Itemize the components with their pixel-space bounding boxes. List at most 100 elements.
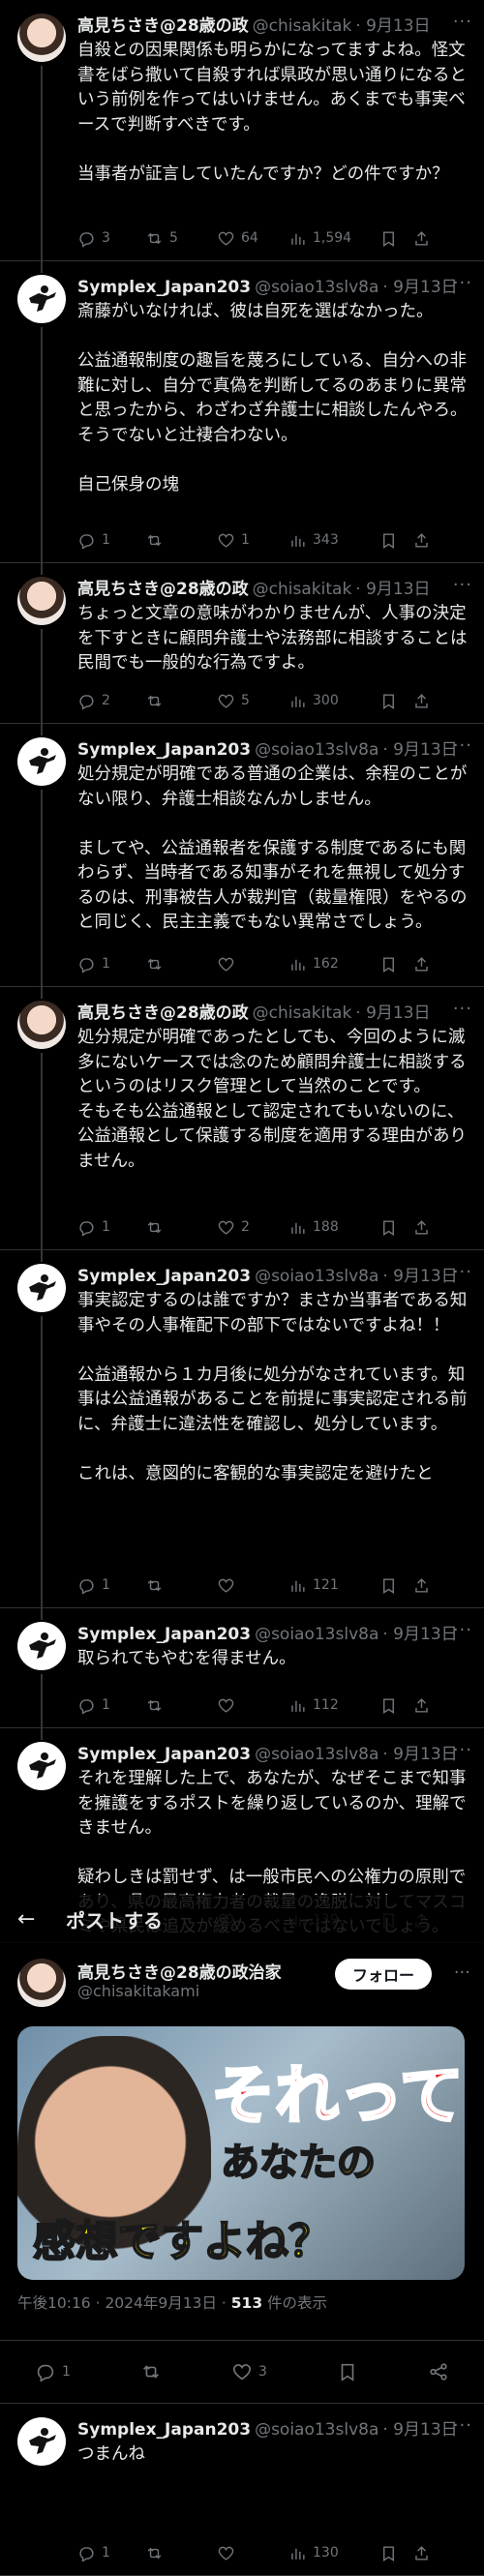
views-button[interactable]: 1,594: [288, 229, 379, 248]
repost-button[interactable]: [145, 1576, 217, 1595]
views-button[interactable]: 130: [288, 2544, 379, 2562]
bookmark-button[interactable]: [379, 1696, 412, 1715]
more-options-icon[interactable]: ···: [453, 2415, 472, 2436]
tweet[interactable]: Symplex_Japan203 @soiao13slv8a · 9月13日 ··· つ…: [0, 2404, 484, 2576]
like-button[interactable]: 1: [217, 531, 288, 550]
author-handle[interactable]: @chisakitak: [253, 580, 352, 598]
views-button[interactable]: 188: [288, 1218, 379, 1237]
share-button[interactable]: [412, 531, 436, 550]
reply-button[interactable]: 1: [77, 1576, 145, 1595]
views-button[interactable]: 162: [288, 955, 379, 973]
avatar[interactable]: [17, 1622, 66, 1670]
tweet[interactable]: Symplex_Japan203 @soiao13slv8a · 9月13日 ··· 取…: [0, 1608, 484, 1728]
avatar[interactable]: [17, 275, 66, 323]
like-button[interactable]: 5: [217, 692, 288, 710]
author-name[interactable]: 高見ちさき@28歳の政: [77, 1003, 249, 1022]
reply-button[interactable]: 3: [77, 229, 145, 248]
views-button[interactable]: 300: [288, 692, 379, 710]
author-handle[interactable]: @chisakitakami: [77, 1982, 199, 2000]
more-options-icon[interactable]: ···: [453, 12, 472, 32]
more-options-icon[interactable]: ···: [453, 999, 472, 1019]
author-name[interactable]: Symplex_Japan203: [77, 1745, 251, 1763]
tweet-time[interactable]: · 9月13日: [382, 278, 457, 296]
avatar[interactable]: [17, 1742, 66, 1790]
views-button[interactable]: 112: [288, 1696, 379, 1715]
bookmark-button[interactable]: [379, 955, 412, 973]
more-options-icon[interactable]: ···: [453, 273, 472, 293]
tweet-time[interactable]: · 9月13日: [382, 740, 457, 759]
tweet[interactable]: 高見ちさき@28歳の政 @chisakitak · 9月13日 ··· 処分規定が明確で…: [0, 987, 484, 1250]
tweet[interactable]: Symplex_Japan203 @soiao13slv8a · 9月13日 ··· 処…: [0, 724, 484, 987]
avatar[interactable]: [17, 2417, 66, 2466]
repost-button[interactable]: [145, 531, 217, 550]
tweet[interactable]: Symplex_Japan203 @soiao13slv8a · 9月13日 ··· 斎…: [0, 261, 484, 563]
share-button[interactable]: [412, 955, 436, 973]
share-button[interactable]: [412, 229, 436, 248]
tweet-time[interactable]: · 9月13日: [355, 580, 430, 598]
tweet-time[interactable]: · 9月13日: [355, 1003, 430, 1022]
bookmark-button[interactable]: [379, 692, 412, 710]
author-handle[interactable]: @soiao13slv8a: [255, 1267, 378, 1285]
avatar[interactable]: [17, 577, 66, 625]
author-name[interactable]: 高見ちさき@28歳の政: [77, 580, 249, 598]
repost-button[interactable]: [145, 692, 217, 710]
repost-button[interactable]: 5: [145, 229, 217, 248]
author-name[interactable]: Symplex_Japan203: [77, 1267, 251, 1285]
bookmark-button[interactable]: [379, 531, 412, 550]
tweet[interactable]: 高見ちさき@28歳の政 @chisakitak · 9月13日 ··· ちょっと文章の意…: [0, 563, 484, 724]
avatar[interactable]: [17, 1264, 66, 1312]
views-button[interactable]: 121: [288, 1576, 379, 1595]
tweet-time[interactable]: · 9月13日: [355, 16, 430, 35]
reply-button[interactable]: 1: [77, 1218, 145, 1237]
author-handle[interactable]: @soiao13slv8a: [255, 1745, 378, 1763]
author-name[interactable]: Symplex_Japan203: [77, 2420, 251, 2439]
share-button[interactable]: [412, 1576, 436, 1595]
bookmark-button[interactable]: [337, 2361, 358, 2382]
post-image[interactable]: それって あなたの 感想ですよね？: [17, 2026, 465, 2280]
reply-button[interactable]: 2: [77, 692, 145, 710]
avatar[interactable]: [17, 737, 66, 786]
author-handle[interactable]: @chisakitak: [253, 16, 352, 35]
reply-button[interactable]: 1: [35, 2361, 71, 2382]
share-button[interactable]: [428, 2361, 449, 2382]
reply-button[interactable]: 1: [77, 955, 145, 973]
share-button[interactable]: [412, 692, 436, 710]
repost-button[interactable]: [145, 955, 217, 973]
more-options-icon[interactable]: ···: [453, 735, 472, 756]
author-handle[interactable]: @soiao13slv8a: [255, 740, 378, 759]
more-options-icon[interactable]: ···: [454, 1962, 470, 1983]
views-button[interactable]: 343: [288, 531, 379, 550]
back-arrow-icon[interactable]: ←: [17, 1907, 66, 1932]
reply-button[interactable]: 1: [77, 531, 145, 550]
tweet-time[interactable]: · 9月13日: [382, 1267, 457, 1285]
author-name[interactable]: 高見ちさき@28歳の政: [77, 16, 249, 35]
like-button[interactable]: [217, 1576, 288, 1595]
more-options-icon[interactable]: ···: [453, 1740, 472, 1760]
avatar[interactable]: [17, 1959, 66, 2007]
post-timestamp[interactable]: 午後10:16 · 2024年9月13日 ·: [17, 2294, 231, 2312]
tweet[interactable]: 高見ちさき@28歳の政 @chisakitak · 9月13日 ··· 自殺との因果関係…: [0, 0, 484, 261]
more-options-icon[interactable]: ···: [453, 1620, 472, 1640]
like-button[interactable]: [217, 1696, 288, 1715]
avatar[interactable]: [17, 1001, 66, 1049]
repost-button[interactable]: [145, 1218, 217, 1237]
repost-button[interactable]: [145, 1696, 217, 1715]
share-button[interactable]: [412, 1218, 436, 1237]
bookmark-button[interactable]: [379, 1576, 412, 1595]
author-name[interactable]: Symplex_Japan203: [77, 1625, 251, 1643]
author-handle[interactable]: @chisakitak: [253, 1003, 352, 1022]
follow-button[interactable]: フォロー: [335, 1959, 432, 1990]
repost-button[interactable]: [140, 2361, 162, 2382]
bookmark-button[interactable]: [379, 1218, 412, 1237]
tweet[interactable]: Symplex_Japan203 @soiao13slv8a · 9月13日 ··· 事…: [0, 1250, 484, 1608]
avatar[interactable]: [17, 14, 66, 62]
reply-button[interactable]: 1: [77, 2544, 145, 2562]
bookmark-button[interactable]: [379, 229, 412, 248]
tweet-time[interactable]: · 9月13日: [382, 1625, 457, 1643]
tweet-time[interactable]: · 9月13日: [382, 2420, 457, 2439]
author-name[interactable]: Symplex_Japan203: [77, 740, 251, 759]
author-name[interactable]: 高見ちさき@28歳の政治家: [77, 1959, 282, 1983]
like-button[interactable]: [217, 955, 288, 973]
share-button[interactable]: [412, 2544, 436, 2562]
author-handle[interactable]: @soiao13slv8a: [255, 278, 378, 296]
